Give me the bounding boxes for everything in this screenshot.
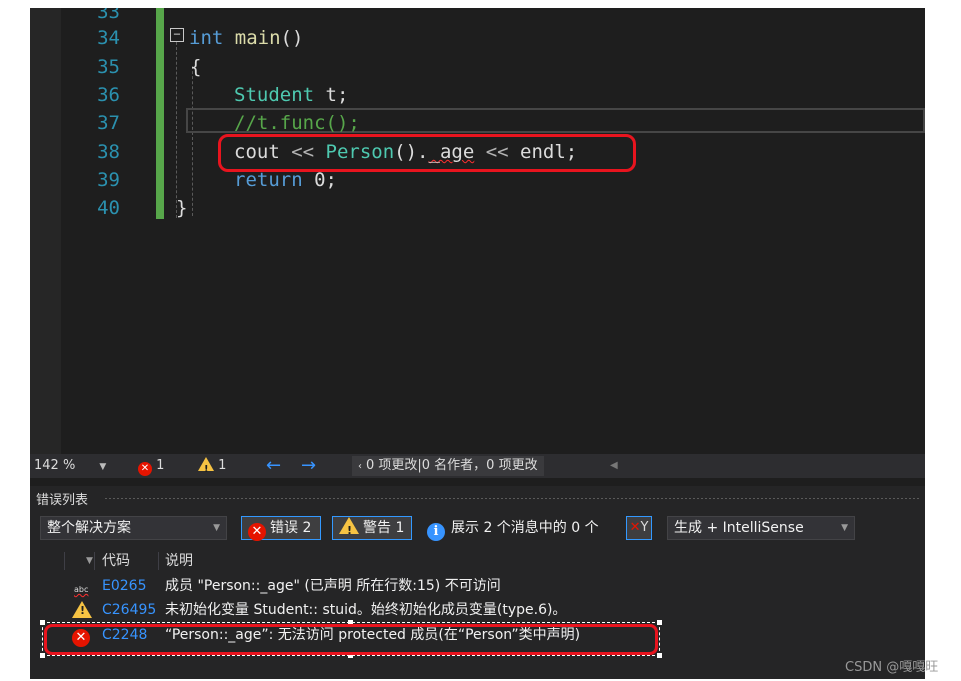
warnings-filter-button[interactable]: 警告 1 bbox=[332, 516, 412, 542]
line-number: 35 bbox=[97, 56, 120, 78]
info-icon: i bbox=[427, 523, 445, 541]
error-description: 成员 "Person::_age" (已声明 所在行数:15) 不可访问 bbox=[165, 578, 501, 594]
collapse-icon[interactable]: − bbox=[170, 28, 184, 42]
warning-icon bbox=[198, 457, 214, 482]
line-number: 37 bbox=[97, 112, 120, 134]
error-code-link[interactable]: C26495 bbox=[102, 598, 156, 623]
change-tracking-bar bbox=[156, 8, 164, 219]
editor-margin bbox=[30, 8, 61, 454]
column-header-description[interactable]: 说明 bbox=[165, 550, 193, 572]
annotation-circle-error bbox=[44, 624, 658, 655]
warning-count[interactable]: 1 bbox=[198, 454, 226, 482]
column-headers: ▼ 代码 说明 bbox=[30, 550, 925, 572]
line-number: 40 bbox=[97, 197, 120, 219]
codelens-changes[interactable]: ‹ 0 项更改|0 名作者，0 项更改 bbox=[352, 456, 544, 476]
visual-studio-window: 33 34 35 36 37 38 39 40 − int main() { S… bbox=[30, 8, 925, 679]
error-icon: ✕ bbox=[138, 462, 152, 476]
messages-filter-button[interactable]: i 展示 2 个消息中的 0 个 bbox=[420, 516, 616, 541]
code-line-37-comment: //t.func(); bbox=[234, 112, 360, 134]
warning-icon bbox=[339, 517, 359, 542]
errors-filter-button[interactable]: ✕ 错误 2 bbox=[241, 516, 321, 541]
error-description: 未初始化变量 Student:: stuid。始终初始化成员变量(type.6)… bbox=[165, 602, 567, 618]
clear-filter-icon[interactable]: ✕Y bbox=[626, 516, 652, 540]
line-number: 36 bbox=[97, 84, 120, 106]
line-number: 39 bbox=[97, 169, 120, 191]
indent-guide bbox=[192, 66, 193, 216]
error-list-row[interactable]: abc E0265 成员 "Person::_age" (已声明 所在行数:15… bbox=[30, 574, 925, 599]
error-count[interactable]: ✕ 1 bbox=[138, 454, 164, 478]
editor-status-bar: 142 %▼ ✕ 1 1 ← → ‹0 项更改|0 名作者，0 项更改 ◀ bbox=[30, 454, 925, 482]
zoom-dropdown[interactable]: 142 % ▼ bbox=[34, 454, 106, 479]
annotation-circle-code bbox=[218, 134, 636, 172]
scroll-left-icon[interactable]: ◀ bbox=[610, 454, 618, 478]
error-code-link[interactable]: E0265 bbox=[102, 574, 146, 599]
scope-dropdown[interactable]: 整个解决方案 ▼ bbox=[40, 516, 227, 540]
line-number: 34 bbox=[97, 27, 120, 49]
column-header-code[interactable]: 代码 bbox=[102, 550, 130, 572]
panel-grip[interactable] bbox=[104, 497, 919, 500]
intellisense-abc-icon: abc bbox=[74, 585, 89, 594]
source-dropdown[interactable]: 生成 + IntelliSense ▼ bbox=[667, 516, 855, 540]
code-line-36: Student t; bbox=[234, 84, 349, 106]
navigate-back-icon[interactable]: ← bbox=[266, 454, 281, 478]
navigate-forward-icon[interactable]: → bbox=[301, 454, 316, 478]
warning-icon bbox=[72, 601, 96, 620]
line-number: 38 bbox=[97, 141, 120, 163]
code-line-40: } bbox=[176, 197, 188, 219]
code-line-34: int main() bbox=[189, 27, 304, 49]
error-list-row[interactable]: C26495 未初始化变量 Student:: stuid。始终初始化成员变量(… bbox=[30, 598, 925, 623]
code-editor[interactable]: 33 34 35 36 37 38 39 40 − int main() { S… bbox=[30, 8, 925, 454]
code-line-35: { bbox=[190, 56, 202, 78]
error-list-toolbar: 整个解决方案▼ ✕错误 2 警告 1 i展示 2 个消息中的 0 个 ✕Y 生成… bbox=[30, 516, 925, 546]
sort-icon[interactable]: ▼ bbox=[86, 550, 93, 572]
panel-title: 错误列表 bbox=[36, 493, 89, 508]
error-icon: ✕ bbox=[248, 523, 266, 541]
watermark: CSDN @嘎嘎旺 bbox=[845, 660, 939, 675]
outline-guide bbox=[176, 42, 177, 218]
